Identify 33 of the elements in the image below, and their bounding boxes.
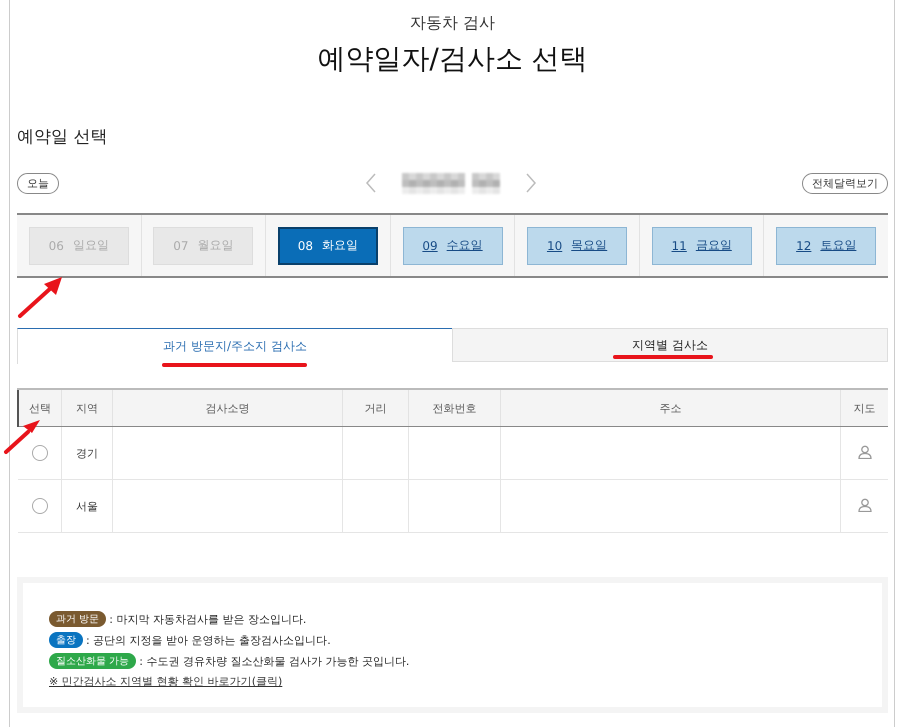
annotation-arrow bbox=[18, 277, 62, 318]
column-header: 선택 bbox=[18, 389, 62, 426]
column-header: 주소 bbox=[500, 389, 840, 426]
annotation-arrow bbox=[4, 420, 40, 454]
table-cell: 경기 bbox=[62, 426, 112, 480]
chevron-right-icon[interactable] bbox=[524, 172, 538, 194]
section-heading: 예약일 선택 bbox=[17, 126, 108, 148]
day-button[interactable]: 12 토요일 bbox=[776, 226, 876, 264]
page-subtitle: 자동차 검사 bbox=[408, 13, 496, 34]
column-header: 검사소명 bbox=[112, 389, 342, 426]
tab[interactable]: 지역별 검사소 bbox=[452, 328, 888, 362]
legend-text: : 공단의 지정을 받아 운영하는 출장검사소입니다. bbox=[86, 632, 331, 648]
chevron-left-icon[interactable] bbox=[364, 172, 378, 194]
column-header: 지도 bbox=[840, 389, 888, 426]
radio-button[interactable] bbox=[32, 445, 48, 461]
day-button[interactable]: 08 화요일 bbox=[278, 226, 378, 264]
column-header: 지역 bbox=[62, 389, 112, 426]
legend-text: : 마지막 자동차검사를 받은 장소입니다. bbox=[109, 612, 306, 626]
status-link[interactable]: ※ 민간검사소 지역별 현황 확인 바로가기(클릭) bbox=[49, 675, 282, 688]
legend-tag: 과거 방문 bbox=[49, 611, 106, 627]
column-header: 거리 bbox=[342, 389, 408, 426]
legend-text: : 수도권 경유차량 질소산화물 검사가 가능한 곳입니다. bbox=[139, 654, 410, 668]
radio-button[interactable] bbox=[32, 498, 48, 514]
today-button[interactable]: 오늘 bbox=[17, 172, 59, 194]
person-icon[interactable] bbox=[858, 498, 872, 512]
legend-tag: 질소산화물 가능 bbox=[49, 653, 136, 669]
legend-tag: 출장 bbox=[49, 632, 83, 648]
table-cell: 서울 bbox=[62, 480, 112, 532]
full-calendar-button[interactable]: 전체달력보기 bbox=[802, 172, 888, 194]
person-icon[interactable] bbox=[858, 444, 872, 458]
column-header: 전화번호 bbox=[408, 389, 500, 426]
tab[interactable]: 과거 방문지/주소지 검사소 bbox=[17, 328, 452, 364]
page-title: 예약일자/검사소 선택 bbox=[316, 41, 589, 77]
